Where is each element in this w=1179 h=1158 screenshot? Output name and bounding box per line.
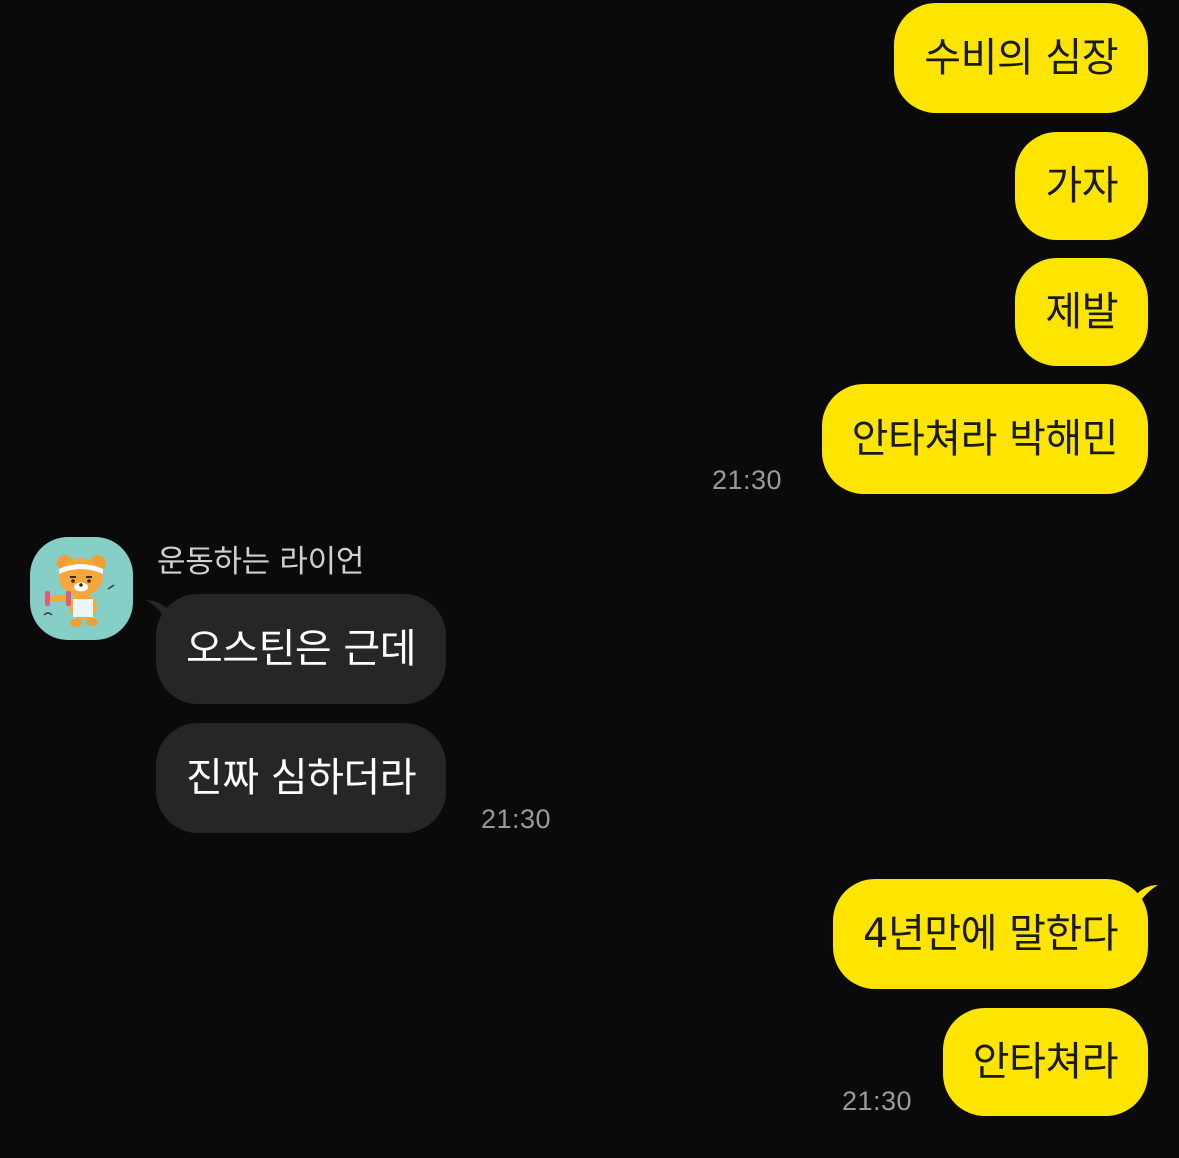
incoming-message-bubble[interactable]: 오스틴은 근데 <box>156 594 447 704</box>
sender-name: 운동하는 라이언 <box>157 544 365 580</box>
sender-avatar[interactable] <box>30 537 133 640</box>
outgoing-message-bubble[interactable]: 가자 <box>1015 132 1148 240</box>
message-text: 오스틴은 근데 <box>186 626 417 672</box>
message-text: 가자 <box>1045 163 1118 209</box>
outgoing-message-bubble[interactable]: 안타쳐라 박해민 <box>821 384 1148 494</box>
outgoing-message-bubble[interactable]: 수비의 심장 <box>894 3 1148 113</box>
message-text: 안타쳐라 박해민 <box>851 416 1119 462</box>
message-text: 진짜 심하더라 <box>186 755 417 801</box>
message-text: 4년만에 말한다 <box>863 911 1118 957</box>
ryan-exercising-avatar-icon <box>43 555 115 627</box>
incoming-message-bubble[interactable]: 진짜 심하더라 <box>156 723 447 833</box>
message-text: 제발 <box>1045 289 1118 335</box>
message-text: 수비의 심장 <box>924 35 1118 81</box>
message-timestamp: 21:30 <box>712 465 783 495</box>
outgoing-message-bubble[interactable]: 4년만에 말한다 <box>833 879 1148 989</box>
outgoing-message-bubble[interactable]: 안타쳐라 <box>942 1008 1148 1116</box>
message-timestamp: 21:30 <box>481 804 552 834</box>
message-text: 안타쳐라 <box>972 1039 1119 1085</box>
message-timestamp: 21:30 <box>842 1086 913 1116</box>
outgoing-message-bubble[interactable]: 제발 <box>1015 258 1148 366</box>
